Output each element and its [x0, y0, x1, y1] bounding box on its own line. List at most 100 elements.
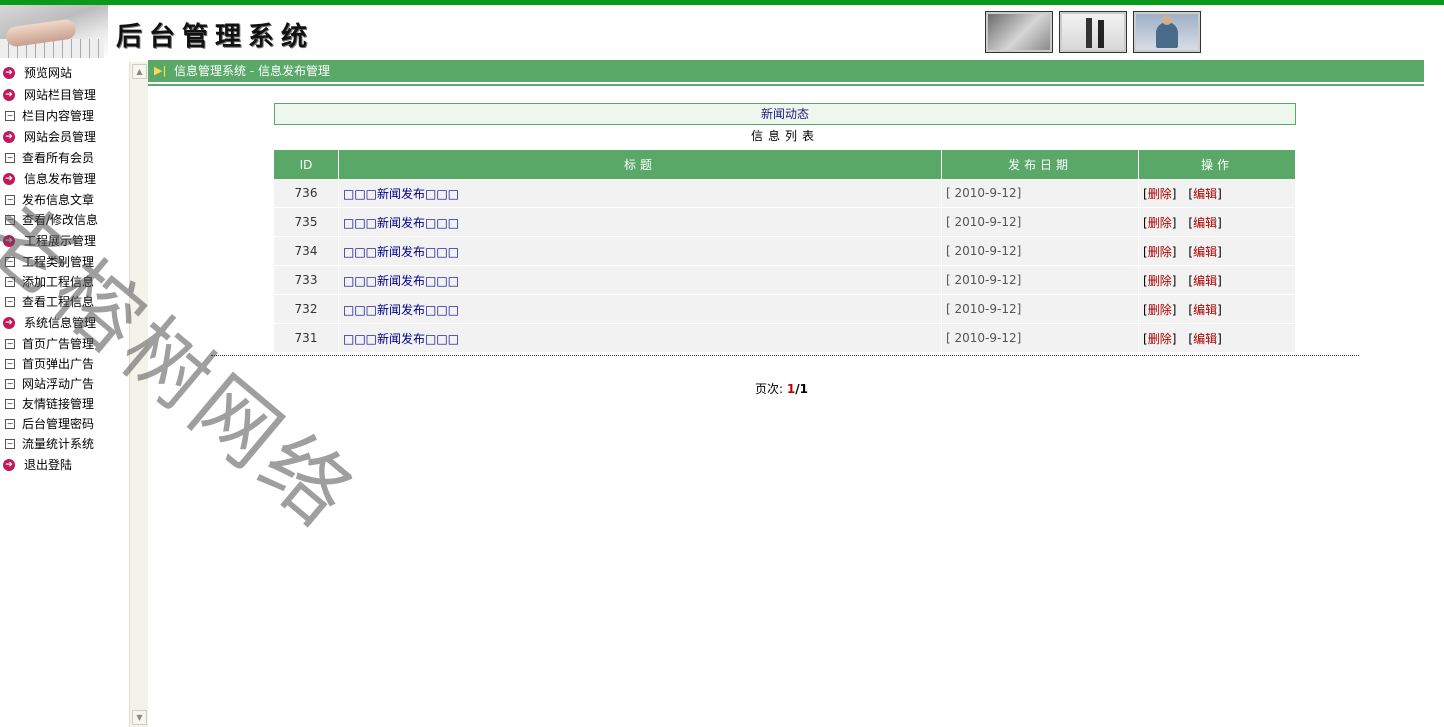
- sidebar-item-label: 添加工程信息: [22, 275, 95, 289]
- cell-ops: [删除] [编辑]: [1138, 323, 1296, 353]
- sidebar-item[interactable]: ➔ 网站栏目管理: [0, 84, 129, 106]
- minus-box-icon: −: [5, 359, 15, 369]
- sidebar-item-label: 栏目内容管理: [22, 109, 95, 123]
- edit-link[interactable]: 编辑: [1193, 245, 1217, 259]
- delete-link[interactable]: 删除: [1148, 332, 1172, 346]
- edit-link[interactable]: 编辑: [1193, 274, 1217, 288]
- bracket: ]: [1171, 244, 1177, 259]
- minus-box-icon: −: [5, 277, 15, 287]
- header-keyboard-photo: [0, 5, 108, 58]
- cell-date: [ 2010-9-12]: [941, 294, 1139, 324]
- sidebar-item[interactable]: ➔ 信息发布管理: [0, 168, 129, 190]
- cell-date: [ 2010-9-12]: [941, 179, 1139, 208]
- sidebar-item-label: 友情链接管理: [22, 397, 95, 411]
- sidebar-item[interactable]: − 流量统计系统: [0, 434, 129, 454]
- delete-link[interactable]: 删除: [1148, 274, 1172, 288]
- sidebar-item[interactable]: − 添加工程信息: [0, 272, 129, 292]
- cell-id: 735: [274, 207, 339, 237]
- delete-link[interactable]: 删除: [1148, 303, 1172, 317]
- header-thumbnail-3: [1133, 11, 1201, 53]
- cell-id: 733: [274, 265, 339, 295]
- sidebar-item-label: 工程展示管理: [24, 234, 97, 248]
- sidebar-item-label: 首页弹出广告: [22, 357, 95, 371]
- edit-link[interactable]: 编辑: [1193, 216, 1217, 230]
- sidebar-item[interactable]: − 工程类别管理: [0, 252, 129, 272]
- sidebar-item-label: 预览网站: [24, 66, 73, 80]
- sidebar-item[interactable]: − 首页弹出广告: [0, 354, 129, 374]
- news-title-link[interactable]: □□□新闻发布□□□: [338, 323, 942, 353]
- sidebar-item[interactable]: − 栏目内容管理: [0, 106, 129, 126]
- sidebar-item-label: 信息发布管理: [24, 172, 97, 186]
- bracket: ]: [1171, 186, 1177, 201]
- minus-box-icon: −: [5, 111, 15, 121]
- minus-box-icon: −: [5, 153, 15, 163]
- sidebar-item-label: 查看工程信息: [22, 295, 95, 309]
- news-title-link[interactable]: □□□新闻发布□□□: [338, 236, 942, 266]
- bracket: ]: [1217, 273, 1222, 288]
- sidebar-item[interactable]: − 后台管理密码: [0, 414, 129, 434]
- bracket: ]: [1171, 273, 1177, 288]
- sidebar-item[interactable]: − 网站浮动广告: [0, 374, 129, 394]
- cell-ops: [删除] [编辑]: [1138, 265, 1296, 295]
- section-title: 新闻动态: [274, 103, 1296, 125]
- sidebar-item[interactable]: − 查看工程信息: [0, 292, 129, 312]
- cell-date: [ 2010-9-12]: [941, 207, 1139, 237]
- breadcrumb-text: 信息管理系统 - 信息发布管理: [174, 64, 330, 78]
- news-title-link[interactable]: □□□新闻发布□□□: [338, 265, 942, 295]
- delete-link[interactable]: 删除: [1148, 245, 1172, 259]
- sidebar-item-label: 查看所有会员: [22, 151, 95, 165]
- pager-total-pages: /1: [795, 382, 808, 396]
- edit-link[interactable]: 编辑: [1193, 332, 1217, 346]
- news-title-link[interactable]: □□□新闻发布□□□: [338, 179, 942, 208]
- minus-box-icon: −: [5, 297, 15, 307]
- sidebar-scrollbar[interactable]: ▲ ▼: [129, 62, 148, 727]
- edit-link[interactable]: 编辑: [1193, 187, 1217, 201]
- table-row: 731 □□□新闻发布□□□[ 2010-9-12] [删除] [编辑]: [274, 323, 1296, 353]
- edit-link[interactable]: 编辑: [1193, 303, 1217, 317]
- sidebar-item[interactable]: ➔ 预览网站: [0, 62, 129, 84]
- sidebar-item[interactable]: ➔ 系统信息管理: [0, 312, 129, 334]
- sidebar-item[interactable]: − 首页广告管理: [0, 334, 129, 354]
- sidebar-item[interactable]: ➔ 工程展示管理: [0, 230, 129, 252]
- dotted-divider: [211, 355, 1359, 356]
- column-header-id: ID: [274, 150, 339, 179]
- column-header-title: 标题: [338, 150, 942, 179]
- bracket: ]: [1217, 331, 1222, 346]
- minus-box-icon: −: [5, 439, 15, 449]
- pager-current-page: 1: [786, 382, 796, 396]
- delete-link[interactable]: 删除: [1148, 187, 1172, 201]
- table-row: 732 □□□新闻发布□□□[ 2010-9-12] [删除] [编辑]: [274, 294, 1296, 324]
- cell-ops: [删除] [编辑]: [1138, 294, 1296, 324]
- breadcrumb: ▶| 信息管理系统 - 信息发布管理: [148, 60, 1424, 82]
- sidebar-item[interactable]: − 查看所有会员: [0, 148, 129, 168]
- news-title-link[interactable]: □□□新闻发布□□□: [338, 207, 942, 237]
- scroll-down-icon[interactable]: ▼: [132, 710, 147, 725]
- arrow-circle-icon: ➔: [3, 459, 15, 471]
- cell-ops: [删除] [编辑]: [1138, 179, 1296, 208]
- arrow-circle-icon: ➔: [3, 317, 15, 329]
- sidebar-nav: ➔ 预览网站 ➔ 网站栏目管理 − 栏目内容管理 ➔ 网站会员管理 − 查看所有会员 ➔ 信息发布管理…: [0, 62, 129, 727]
- sidebar-item[interactable]: ➔ 退出登陆: [0, 454, 129, 476]
- bracket: ]: [1217, 302, 1222, 317]
- sidebar-item-label: 首页广告管理: [22, 337, 95, 351]
- minus-box-icon: −: [5, 195, 15, 205]
- app-title: 后台管理系统: [116, 22, 315, 52]
- minus-box-icon: −: [5, 339, 15, 349]
- delete-link[interactable]: 删除: [1148, 216, 1172, 230]
- sidebar-item-label: 系统信息管理: [24, 316, 97, 330]
- cell-date: [ 2010-9-12]: [941, 236, 1139, 266]
- scroll-up-icon[interactable]: ▲: [132, 64, 147, 79]
- news-title-link[interactable]: □□□新闻发布□□□: [338, 294, 942, 324]
- sidebar-item[interactable]: − 发布信息文章: [0, 190, 129, 210]
- cell-ops: [删除] [编辑]: [1138, 207, 1296, 237]
- cell-id: 736: [274, 179, 339, 208]
- minus-box-icon: −: [5, 399, 15, 409]
- header-thumbnail-2: [1059, 11, 1127, 53]
- sidebar-item[interactable]: − 查看/修改信息: [0, 210, 129, 230]
- sidebar-item-label: 工程类别管理: [22, 255, 95, 269]
- cell-id: 731: [274, 323, 339, 353]
- arrow-circle-icon: ➔: [3, 67, 15, 79]
- sidebar-item[interactable]: − 友情链接管理: [0, 394, 129, 414]
- sidebar-item[interactable]: ➔ 网站会员管理: [0, 126, 129, 148]
- header-thumbnail-1: [985, 11, 1053, 53]
